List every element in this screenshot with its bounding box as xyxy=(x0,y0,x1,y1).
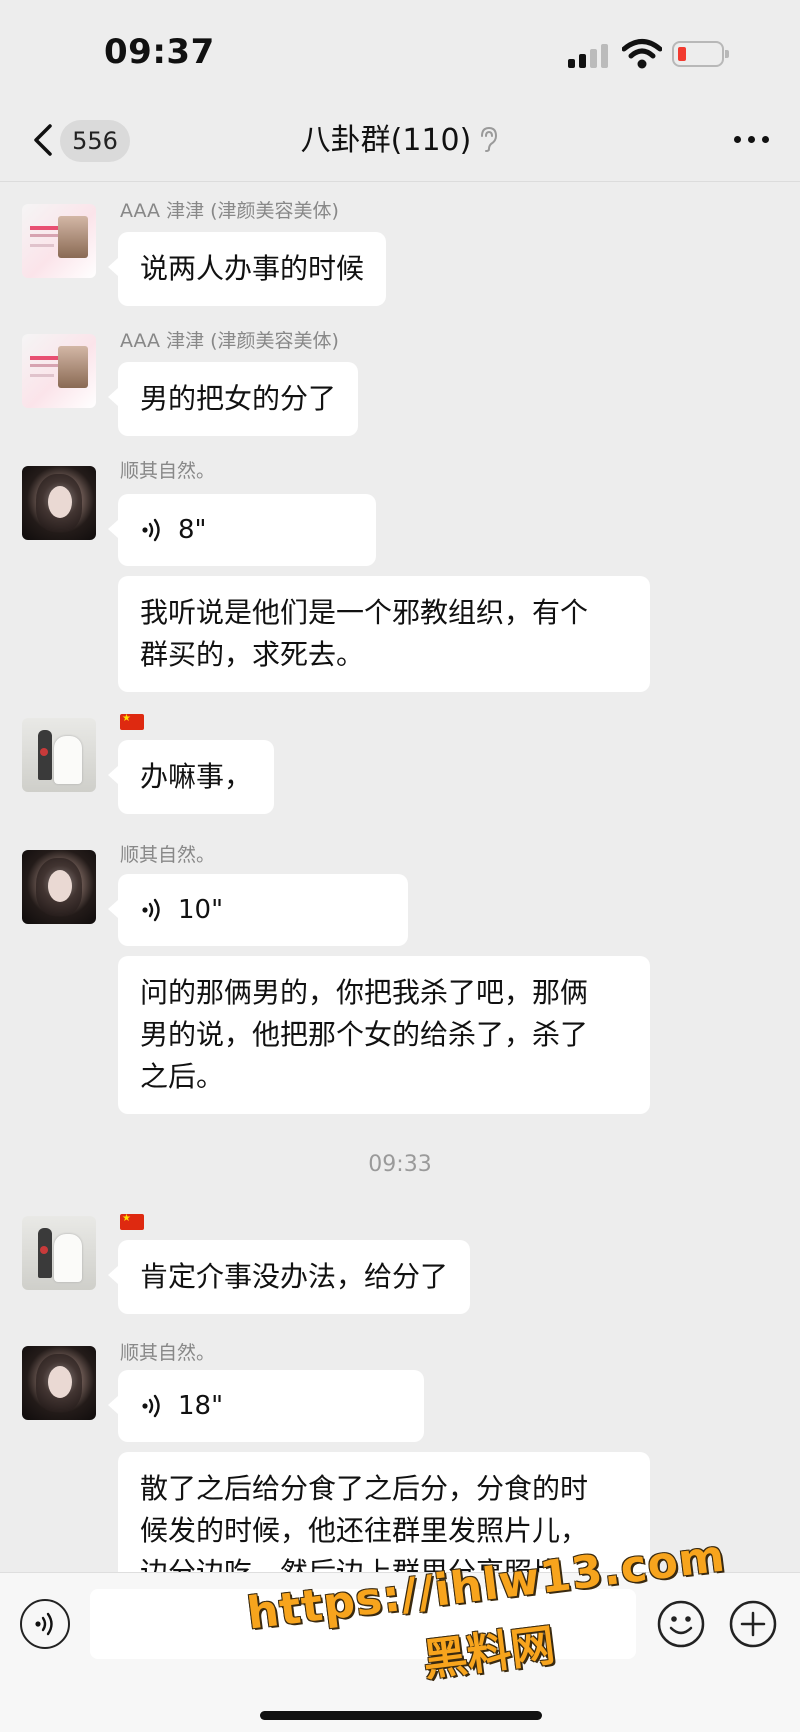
voice-duration: 10" xyxy=(178,895,224,925)
message-text-line: 男的说，他把那个女的给杀了，杀了 xyxy=(140,1018,589,1051)
sender-name: 顺其自然。 xyxy=(120,1342,216,1364)
avatar[interactable] xyxy=(22,466,96,540)
china-flag-icon xyxy=(120,1211,144,1230)
message-text-line: 散了之后给分食了之后分，分食的时 xyxy=(140,1472,589,1505)
avatar[interactable] xyxy=(22,850,96,924)
avatar[interactable] xyxy=(22,718,96,792)
message-text: 男的把女的分了 xyxy=(140,382,337,415)
sender-name: AAA 津津 (津颜美容美体) xyxy=(120,200,339,222)
home-indicator xyxy=(260,1711,542,1720)
voice-wave-icon xyxy=(142,898,160,922)
avatar[interactable] xyxy=(22,204,96,278)
sender-name: AAA 津津 (津颜美容美体) xyxy=(120,330,339,352)
cellular-signal-icon xyxy=(568,44,610,68)
chat-title-wrap: 八卦群(110) xyxy=(0,120,800,162)
status-bar: 09:37 xyxy=(0,0,800,100)
message-bubble[interactable]: 男的把女的分了 xyxy=(107,362,359,436)
more-options-icon[interactable] xyxy=(734,136,770,146)
sender-name: 顺其自然。 xyxy=(120,460,216,482)
voice-wave-icon xyxy=(142,518,160,542)
avatar[interactable] xyxy=(22,1216,96,1290)
message-bubble[interactable]: 办嘛事， xyxy=(107,740,275,814)
wifi-icon xyxy=(622,39,662,69)
message-text-line: 群买的，求死去。 xyxy=(140,638,365,671)
message-text-line: 我听说是他们是一个邪教组织，有个 xyxy=(140,596,589,629)
avatar[interactable] xyxy=(22,334,96,408)
message-bubble[interactable]: 肯定介事没办法，给分了 xyxy=(107,1240,471,1314)
message-text-line: 候发的时候，他还往群里发照片儿， xyxy=(140,1514,589,1547)
battery-icon xyxy=(672,41,729,67)
message-bubble[interactable]: 说两人办事的时候 xyxy=(107,232,387,306)
voice-message-bubble[interactable]: 18" xyxy=(108,1370,424,1442)
voice-message-bubble[interactable]: 10" xyxy=(108,874,408,946)
message-text: 办嘛事， xyxy=(140,760,253,793)
voice-duration: 8" xyxy=(178,515,207,545)
china-flag-icon xyxy=(120,711,144,730)
voice-wave-icon xyxy=(35,1612,53,1636)
message-text: 肯定介事没办法，给分了 xyxy=(140,1260,449,1293)
voice-input-toggle[interactable] xyxy=(20,1599,70,1649)
message-text-line: 问的那俩男的，你把我杀了吧，那俩 xyxy=(140,976,589,1009)
voice-duration: 18" xyxy=(178,1391,224,1421)
message-bubble[interactable]: 问的那俩男的，你把我杀了吧，那俩 男的说，他把那个女的给杀了，杀了 之后。 xyxy=(118,956,650,1114)
chat-header: 556 八卦群(110) xyxy=(0,100,800,182)
chat-title: 八卦群(110) xyxy=(300,123,472,158)
plus-icon[interactable] xyxy=(728,1599,778,1649)
voice-message-bubble[interactable]: 8" xyxy=(108,494,376,566)
message-text-line: 之后。 xyxy=(140,1060,225,1093)
status-time: 09:37 xyxy=(104,32,215,72)
sender-name: 顺其自然。 xyxy=(120,844,216,866)
message-bubble[interactable]: 我听说是他们是一个邪教组织，有个 群买的，求死去。 xyxy=(118,576,650,692)
message-text: 说两人办事的时候 xyxy=(140,252,365,285)
chat-timestamp: 09:33 xyxy=(368,1152,432,1177)
avatar[interactable] xyxy=(22,1346,96,1420)
ear-mode-icon xyxy=(481,126,498,152)
voice-wave-icon xyxy=(142,1394,160,1418)
